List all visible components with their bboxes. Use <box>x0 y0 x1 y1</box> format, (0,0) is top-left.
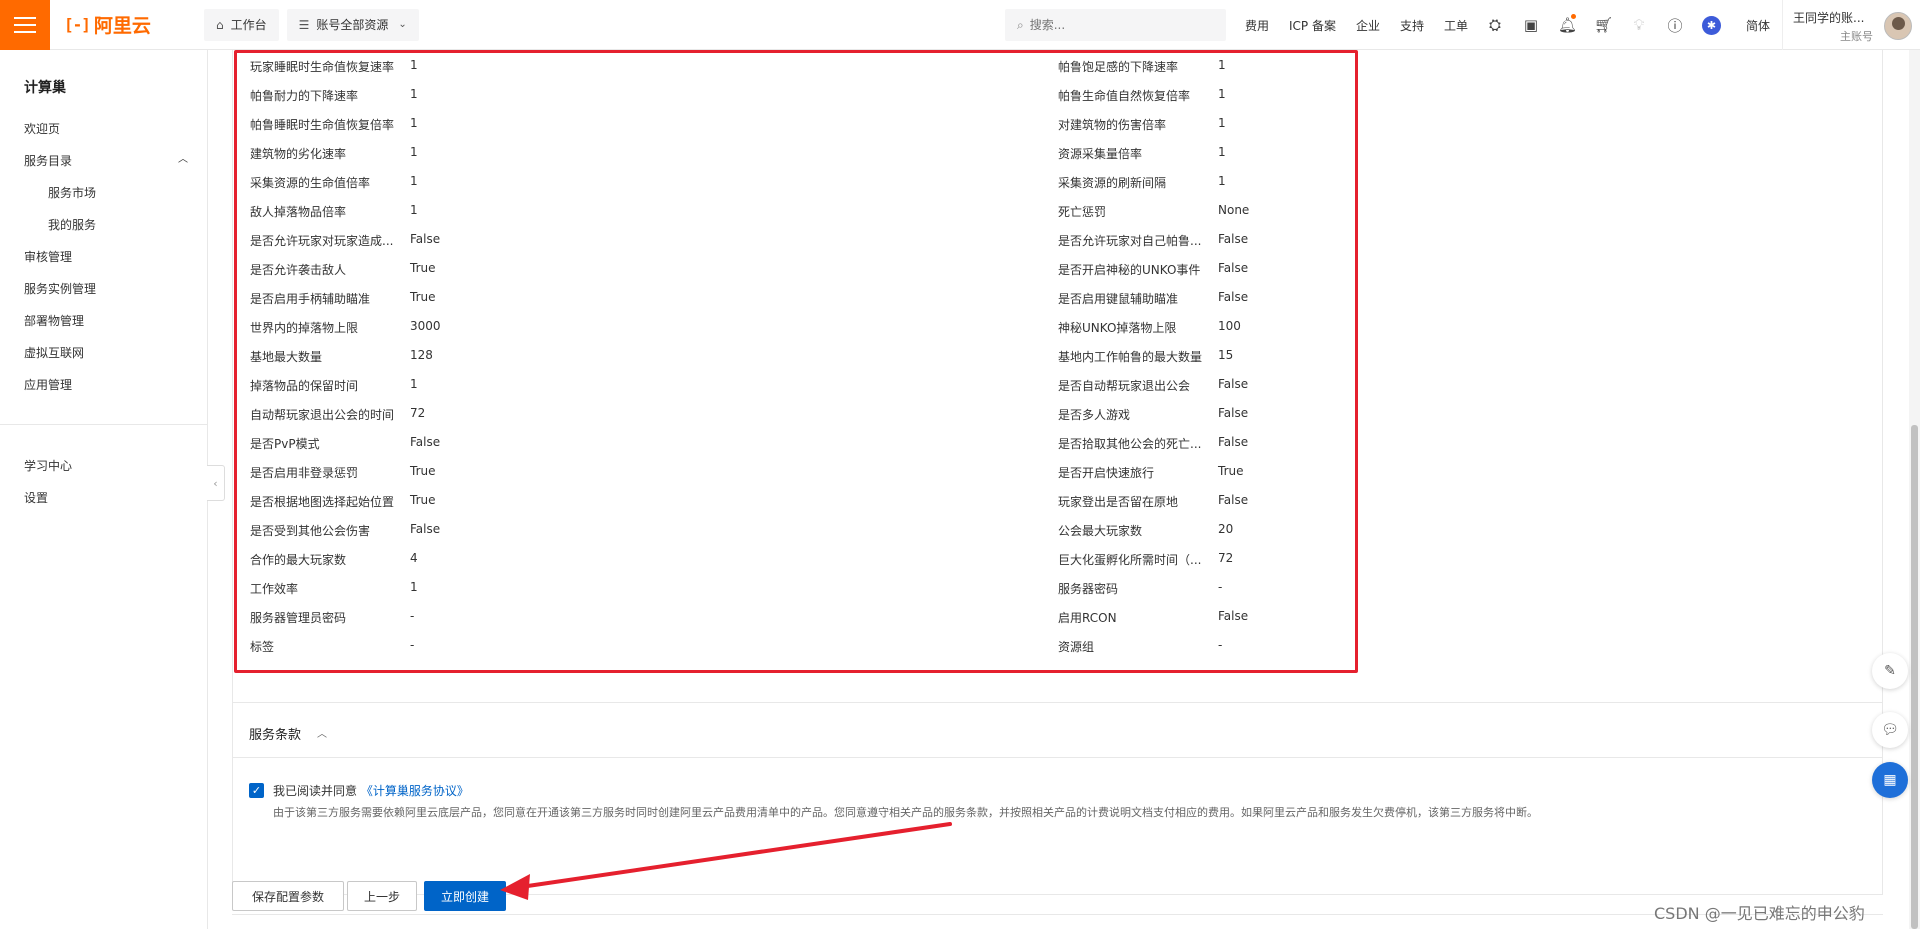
sidebar-item-my-services[interactable]: 我的服务 <box>48 216 96 233</box>
sidebar-item-virtual-network[interactable]: 虚拟互联网 <box>24 344 84 361</box>
lightbulb-icon[interactable]: 💡︎ <box>1630 16 1648 34</box>
cart-icon[interactable]: 🛒︎ <box>1594 16 1613 34</box>
feedback-icon[interactable]: 💬︎ <box>1872 712 1908 748</box>
create-now-button[interactable]: 立即创建 <box>424 881 506 911</box>
top-icon-group: ⛭ ▣ 🔔︎ 🛒︎ 💡︎ ⓘ ✱ <box>1486 0 1721 50</box>
avatar[interactable] <box>1884 12 1912 40</box>
sidebar-item-instances[interactable]: 服务实例管理 <box>24 280 96 297</box>
global-search[interactable]: ⌕ <box>1005 9 1226 41</box>
chevron-down-icon: ⌄ <box>398 19 407 30</box>
link-ticket[interactable]: 工单 <box>1444 17 1468 34</box>
link-billing[interactable]: 费用 <box>1245 17 1269 34</box>
user-account[interactable]: 王同学的账... 主账号 <box>1782 0 1920 50</box>
agree-text: 我已阅读并同意 《计算巢服务协议》 <box>273 784 469 798</box>
bell-icon[interactable]: 🔔︎ <box>1558 14 1577 34</box>
aliyun-logo[interactable]: [-] 阿里云 <box>64 11 166 38</box>
notification-dot <box>1571 14 1576 19</box>
menu-icon[interactable] <box>0 0 50 50</box>
language-switch[interactable]: 简体 <box>1746 17 1770 34</box>
terms-title: 服务条款 <box>249 728 302 743</box>
home-icon: ⌂ <box>216 17 224 32</box>
ai-assistant-icon[interactable]: ✱ <box>1702 15 1721 35</box>
save-params-button[interactable]: 保存配置参数 <box>232 881 344 911</box>
sidebar-item-welcome[interactable]: 欢迎页 <box>24 120 60 137</box>
agree-checkbox[interactable]: ✓ <box>249 783 264 798</box>
search-input[interactable] <box>1029 18 1210 32</box>
user-name: 王同学的账... <box>1793 11 1865 25</box>
list-icon: ☰ <box>298 17 310 32</box>
annotation-box <box>234 50 1358 673</box>
user-role: 主账号 <box>1840 30 1873 43</box>
sidebar-item-review[interactable]: 审核管理 <box>24 248 72 265</box>
link-support[interactable]: 支持 <box>1400 17 1424 34</box>
footer-divider <box>232 914 1883 915</box>
resource-scope-dropdown[interactable]: ☰ 账号全部资源 ⌄ <box>286 8 419 41</box>
help-icon[interactable]: ⓘ <box>1666 15 1684 36</box>
terms-section: 服务条款 ︿ ✓ 我已阅读并同意 《计算巢服务协议》 由于该第三方服务需要依赖阿… <box>232 702 1883 895</box>
terms-header[interactable]: 服务条款 ︿ <box>233 703 1882 758</box>
cloud-shell-icon[interactable]: ⛭ <box>1486 16 1504 34</box>
scrollbar-thumb[interactable] <box>1911 425 1918 929</box>
watermark: CSDN @一见已难忘的申公豹 <box>1654 904 1865 923</box>
chevron-up-icon[interactable]: ︿ <box>317 725 327 740</box>
sidebar: 计算巢 欢迎页 服务目录 ︿ 服务市场 我的服务 审核管理 服务实例管理 部署物… <box>0 50 208 929</box>
terminal-icon[interactable]: ▣ <box>1522 16 1540 34</box>
top-links: 费用 ICP 备案 企业 支持 工单 <box>1245 0 1488 50</box>
search-icon: ⌕ <box>1017 17 1024 32</box>
terms-description: 由于该第三方服务需要依赖阿里云底层产品，您同意在开通该第三方服务时同时创建阿里云… <box>273 806 1538 819</box>
prev-step-button[interactable]: 上一步 <box>347 881 417 911</box>
agreement-link[interactable]: 《计算巢服务协议》 <box>361 784 469 798</box>
sidebar-item-service-market[interactable]: 服务市场 <box>48 184 96 201</box>
workbench-button[interactable]: ⌂ 工作台 <box>204 8 279 41</box>
sidebar-item-service-catalog[interactable]: 服务目录 <box>24 152 72 169</box>
link-icp[interactable]: ICP 备案 <box>1289 17 1336 34</box>
edit-icon[interactable]: ✎ <box>1872 653 1908 689</box>
sidebar-item-apps[interactable]: 应用管理 <box>24 376 72 393</box>
link-enterprise[interactable]: 企业 <box>1356 17 1380 34</box>
apps-grid-icon[interactable]: ▦ <box>1872 762 1908 798</box>
sidebar-item-settings[interactable]: 设置 <box>24 489 48 506</box>
chevron-up-icon[interactable]: ︿ <box>178 150 188 165</box>
sidebar-divider <box>0 424 207 425</box>
sidebar-item-artifacts[interactable]: 部署物管理 <box>24 312 84 329</box>
sidebar-item-learning[interactable]: 学习中心 <box>24 457 72 474</box>
sidebar-title: 计算巢 <box>24 80 66 96</box>
